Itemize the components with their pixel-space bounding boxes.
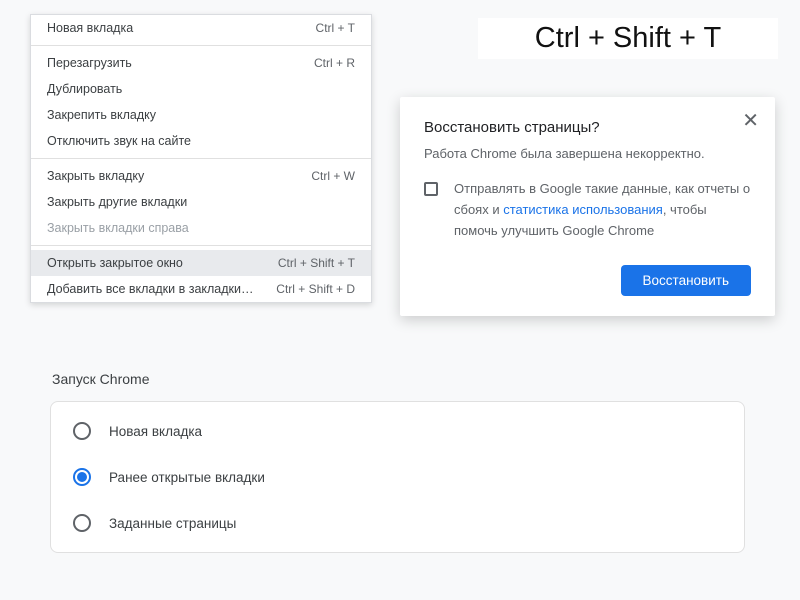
usage-stats-link[interactable]: статистика использования [503,202,663,217]
menu-item[interactable]: Закрыть другие вкладки [31,189,371,215]
menu-item-label: Закрыть другие вкладки [47,195,195,209]
menu-item[interactable]: Закрепить вкладку [31,102,371,128]
menu-item-shortcut: Ctrl + Shift + D [276,282,355,296]
checkbox-label: Отправлять в Google такие данные, как от… [454,179,751,241]
menu-item[interactable]: Перезагрузить Ctrl + R [31,50,371,76]
startup-option-label: Заданные страницы [109,516,236,531]
menu-item[interactable]: Закрыть вкладку Ctrl + W [31,163,371,189]
startup-option[interactable]: Ранее открытые вкладки [51,454,744,500]
menu-item[interactable]: Добавить все вкладки в закладки… Ctrl + S… [31,276,371,302]
menu-item: Закрыть вкладки справа [31,215,371,241]
menu-item-label: Добавить все вкладки в закладки… [47,282,262,296]
close-icon[interactable]: ✕ [742,111,759,131]
dialog-title: Восстановить страницы? [424,119,751,136]
menu-separator [31,45,371,46]
menu-item-shortcut: Ctrl + W [311,169,355,183]
dialog-subtitle: Работа Chrome была завершена некорректно… [424,146,751,161]
checkbox-icon[interactable] [424,182,438,196]
menu-separator [31,158,371,159]
menu-item[interactable]: Открыть закрытое окно Ctrl + Shift + T [31,250,371,276]
startup-option[interactable]: Заданные страницы [51,500,744,546]
menu-item-shortcut: Ctrl + T [316,21,355,35]
menu-item[interactable]: Отключить звук на сайте [31,128,371,154]
settings-card: Новая вкладка Ранее открытые вкладки Задан… [50,401,745,553]
shortcut-display: Ctrl + Shift + T [478,18,778,59]
settings-section-title: Запуск Chrome [52,371,745,387]
menu-item-label: Новая вкладка [47,21,141,35]
tab-context-menu: Новая вкладка Ctrl + T Перезагрузить Ctrl +… [30,14,372,303]
menu-item-shortcut: Ctrl + Shift + T [278,256,355,270]
radio-icon[interactable] [73,422,91,440]
usage-stats-row[interactable]: Отправлять в Google такие данные, как от… [424,179,751,241]
restore-pages-dialog: ✕ Восстановить страницы? Работа Chrome б… [400,97,775,316]
startup-settings: Запуск Chrome Новая вкладка Ранее открыты… [50,371,745,553]
menu-item-label: Дублировать [47,82,130,96]
radio-icon[interactable] [73,468,91,486]
restore-button[interactable]: Восстановить [621,265,751,296]
menu-item-label: Отключить звук на сайте [47,134,199,148]
startup-option-label: Новая вкладка [109,424,202,439]
menu-item-shortcut: Ctrl + R [314,56,355,70]
menu-item[interactable]: Дублировать [31,76,371,102]
menu-item-label: Открыть закрытое окно [47,256,191,270]
menu-item[interactable]: Новая вкладка Ctrl + T [31,15,371,41]
menu-item-label: Перезагрузить [47,56,140,70]
menu-item-label: Закрыть вкладку [47,169,152,183]
menu-item-label: Закрыть вкладки справа [47,221,197,235]
menu-separator [31,245,371,246]
startup-option[interactable]: Новая вкладка [51,408,744,454]
menu-item-label: Закрепить вкладку [47,108,164,122]
radio-icon[interactable] [73,514,91,532]
startup-option-label: Ранее открытые вкладки [109,470,265,485]
